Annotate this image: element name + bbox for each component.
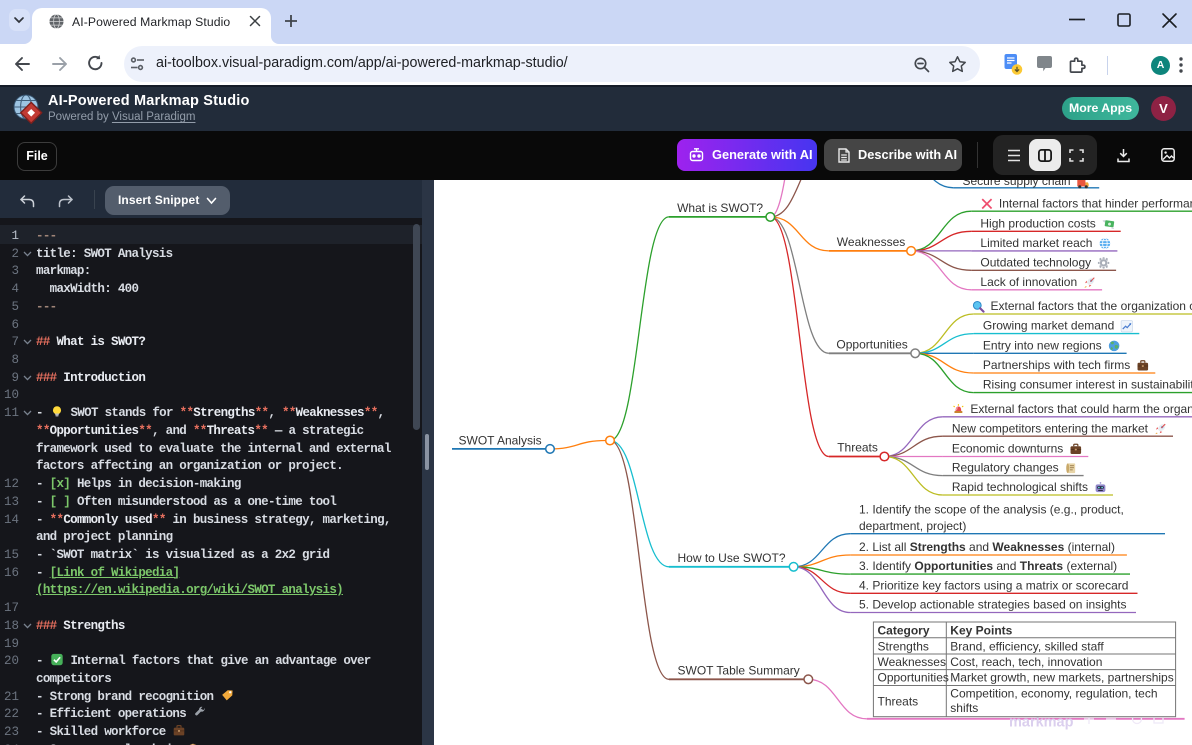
svg-text:Threats: Threats (878, 695, 919, 709)
svg-text:Lack of innovation: Lack of innovation (980, 275, 1077, 289)
svg-text:Rapid technological shifts: Rapid technological shifts (952, 480, 1088, 494)
svg-text:2. List all Strengths and Weak: 2. List all Strengths and Weaknesses (in… (859, 540, 1115, 554)
svg-text:High production costs: High production costs (980, 216, 1095, 230)
svg-text:What is SWOT?: What is SWOT? (677, 201, 763, 215)
svg-text:SWOT Analysis: SWOT Analysis (459, 434, 542, 448)
svg-text:Secure supply chain: Secure supply chain (963, 180, 1071, 188)
svg-text:SWOT Table Summary: SWOT Table Summary (678, 664, 800, 678)
svg-text:5. Develop actionable strategi: 5. Develop actionable strategies based o… (859, 598, 1127, 612)
svg-text:Weaknesses: Weaknesses (837, 235, 905, 249)
svg-text:Rising consumer interest in su: Rising consumer interest in sustainabili… (983, 378, 1192, 392)
svg-text:New competitors entering the m: New competitors entering the market (952, 421, 1149, 435)
svg-text:Opportunities: Opportunities (878, 671, 949, 685)
svg-text:How to Use SWOT?: How to Use SWOT? (678, 551, 786, 565)
svg-text:Outdated technology: Outdated technology (980, 255, 1091, 269)
svg-text:Partnerships with tech firms: Partnerships with tech firms (983, 358, 1130, 372)
svg-text:Entry into new regions: Entry into new regions (983, 338, 1102, 352)
svg-text:4. Prioritize key factors usin: 4. Prioritize key factors using a matrix… (859, 578, 1128, 592)
svg-text:Strengths: Strengths (878, 639, 929, 653)
svg-text:Internal factors that hinder p: Internal factors that hinder performance (999, 196, 1192, 210)
svg-text:shifts: shifts (950, 701, 978, 715)
svg-text:Limited market reach: Limited market reach (980, 236, 1092, 250)
svg-text:1. Identify the scope of the a: 1. Identify the scope of the analysis (e… (859, 503, 1124, 517)
svg-text:External factors that could ha: External factors that could harm the org… (970, 402, 1192, 416)
svg-text:Market growth, new markets, pa: Market growth, new markets, partnerships (950, 671, 1173, 685)
svg-text:Regulatory changes: Regulatory changes (952, 461, 1059, 475)
svg-text:Cost, reach, tech, innovation: Cost, reach, tech, innovation (950, 655, 1102, 669)
svg-text:Growing market demand: Growing market demand (983, 319, 1114, 333)
svg-text:Key Points: Key Points (950, 623, 1012, 637)
svg-text:department, project): department, project) (859, 519, 966, 533)
svg-text:Threats: Threats (837, 441, 878, 455)
svg-text:Brand, efficiency, skilled sta: Brand, efficiency, skilled staff (950, 639, 1104, 653)
svg-text:Economic downturns: Economic downturns (952, 442, 1063, 456)
svg-text:Category: Category (878, 623, 930, 637)
svg-text:3. Identify Opportunities and: 3. Identify Opportunities and Threats (e… (859, 559, 1117, 573)
svg-text:Opportunities: Opportunities (836, 338, 907, 352)
svg-text:Weaknesses: Weaknesses (878, 655, 946, 669)
svg-text:Competition, economy, regulati: Competition, economy, regulation, tech (950, 686, 1157, 700)
svg-text:External factors that the orga: External factors that the organization c… (991, 299, 1192, 313)
